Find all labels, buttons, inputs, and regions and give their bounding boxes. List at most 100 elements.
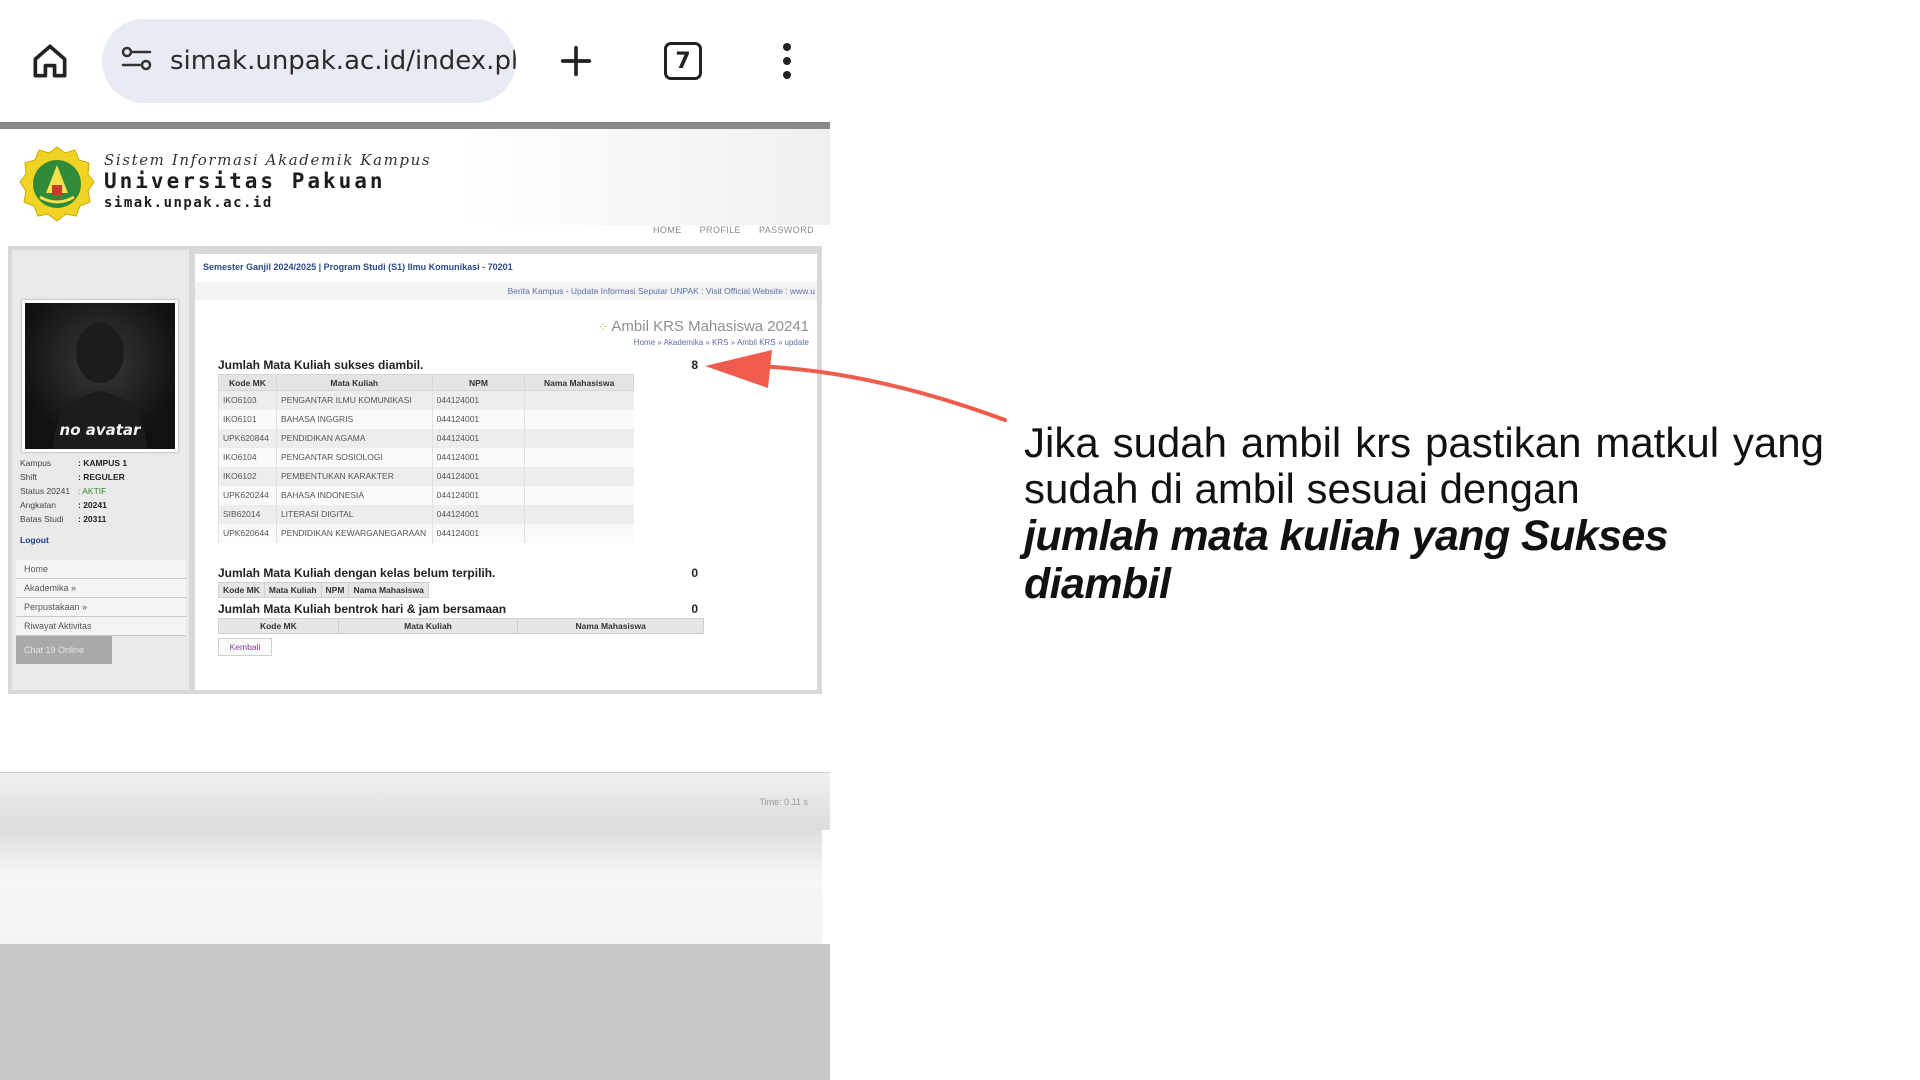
semester-info: Semester Ganjil 2024/2025 | Program Stud… xyxy=(203,262,513,272)
table-cell xyxy=(524,485,634,505)
table-cell xyxy=(524,466,634,486)
success-section-heading: Jumlah Mata Kuliah sukses diambil. 8 xyxy=(218,358,698,372)
table-cell: UPK620244 xyxy=(218,485,277,505)
nav-home[interactable]: HOME xyxy=(653,225,682,235)
address-bar[interactable]: simak.unpak.ac.id/index.ph xyxy=(102,19,516,103)
profile-row: Status 20241: AKTIF xyxy=(20,486,107,496)
success-course-table: Kode MK Mata Kuliah NPM Nama Mahasiswa I… xyxy=(218,374,634,543)
menu-item-riwayat-aktivitas[interactable]: Riwayat Aktivitas xyxy=(16,617,186,636)
table-cell: SIB62014 xyxy=(218,504,277,524)
table-cell: BAHASA INDONESIA xyxy=(275,485,433,505)
table-cell: PENGANTAR SOSIOLOGI xyxy=(275,447,433,467)
site-header: Sistem Informasi Akademik Kampus Univers… xyxy=(8,129,830,225)
table-cell xyxy=(524,523,634,543)
profile-row: Shift: REGULER xyxy=(20,472,125,482)
table-row: IKO6101 BAHASA INGGRIS 044124001 xyxy=(218,409,634,429)
title-dots-icon: ⁘ xyxy=(598,320,612,334)
table-cell: 044124001 xyxy=(431,409,525,429)
table-cell: UPK620844 xyxy=(218,428,277,448)
annotation-line-1: Jika sudah ambil krs pastikan matkul yan… xyxy=(1024,419,1824,466)
profile-info: Kampus: KAMPUS 1 Shift: REGULER Status 2… xyxy=(20,456,127,526)
site-tagline: Sistem Informasi Akademik Kampus xyxy=(104,151,432,169)
sidebar: no avatar Kampus: KAMPUS 1 Shift: REGULE… xyxy=(12,250,189,690)
table-cell: 044124001 xyxy=(431,428,525,448)
nav-profile[interactable]: PROFILE xyxy=(700,225,741,235)
success-course-rows: IKO6103 PENGANTAR ILMU KOMUNIKASI 04412400… xyxy=(218,390,634,543)
page-footer: Time: 0.11 s xyxy=(0,772,830,830)
web-page: Sistem Informasi Akademik Kampus Univers… xyxy=(0,122,830,944)
top-nav: HOME PROFILE PASSWORD xyxy=(653,225,814,235)
news-ticker[interactable]: Berita Kampus - Update Informasi Seputar… xyxy=(195,282,817,300)
home-icon[interactable] xyxy=(15,26,85,96)
table-header-row: Kode MK Mata Kuliah NPM Nama Mahasiswa xyxy=(218,374,634,391)
profile-row: Kampus: KAMPUS 1 xyxy=(20,458,128,468)
table-row: IKO6104 PENGANTAR SOSIOLOGI 044124001 xyxy=(218,447,634,467)
table-cell: BAHASA INGGRIS xyxy=(275,409,433,429)
table-cell xyxy=(524,428,634,448)
table-cell: 044124001 xyxy=(431,390,525,410)
table-cell xyxy=(524,390,634,410)
success-count: 8 xyxy=(691,358,698,372)
table-cell xyxy=(524,447,634,467)
table-cell: 044124001 xyxy=(431,447,525,467)
table-cell: PENDIDIKAN AGAMA xyxy=(275,428,433,448)
site-settings-icon[interactable] xyxy=(120,44,154,79)
table-cell: IKO6101 xyxy=(218,409,277,429)
back-button[interactable]: Kembali xyxy=(218,638,272,656)
table-row: SIB62014 LITERASI DIGITAL 044124001 xyxy=(218,504,634,524)
url-text: simak.unpak.ac.id/index.ph xyxy=(170,46,516,76)
browser-toolbar: simak.unpak.ac.id/index.ph 7 xyxy=(0,0,830,122)
new-tab-icon[interactable] xyxy=(541,26,611,96)
unselected-section-heading: Jumlah Mata Kuliah dengan kelas belum te… xyxy=(218,566,698,580)
table-cell: IKO6102 xyxy=(218,466,277,486)
table-cell: UPK620644 xyxy=(218,523,277,543)
tutorial-screenshot: simak.unpak.ac.id/index.ph 7 Sistem Info… xyxy=(0,0,1920,1080)
table-cell: 044124001 xyxy=(431,523,525,543)
page-top-strip xyxy=(0,122,830,129)
annotation-text: Jika sudah ambil krs pastikan matkul yan… xyxy=(1024,419,1824,609)
table-header-row: Kode MK Mata Kuliah Nama Mahasiswa xyxy=(218,618,704,634)
unselected-course-table: Kode MK Mata Kuliah NPM Nama Mahasiswa xyxy=(218,582,429,598)
table-cell: 044124001 xyxy=(431,466,525,486)
table-cell xyxy=(524,504,634,524)
table-cell: 044124001 xyxy=(431,485,525,505)
chat-button[interactable]: Chat 19 Online xyxy=(16,636,112,664)
table-row: IKO6103 PENGANTAR ILMU KOMUNIKASI 04412400… xyxy=(218,390,634,410)
conflict-section-heading: Jumlah Mata Kuliah bentrok hari & jam be… xyxy=(218,602,698,616)
annotation-line-2: sudah di ambil sesuai dengan xyxy=(1024,465,1580,512)
table-row: UPK620644 PENDIDIKAN KEWARGANEGARAAN 04412… xyxy=(218,523,634,543)
breadcrumb: Home » Akademika » KRS » Ambil KRS » upd… xyxy=(633,338,809,347)
table-row: IKO6102 PEMBENTUKAN KARAKTER 044124001 xyxy=(218,466,634,486)
main-content: Semester Ganjil 2024/2025 | Program Stud… xyxy=(195,254,817,690)
annotation-line-3: jumlah mata kuliah yang Sukses diambil xyxy=(1024,512,1669,608)
logout-link[interactable]: Logout xyxy=(20,535,49,545)
content-frame: no avatar Kampus: KAMPUS 1 Shift: REGULE… xyxy=(8,246,822,694)
profile-row: Angkatan: 20241 xyxy=(20,500,107,510)
table-header-row: Kode MK Mata Kuliah NPM Nama Mahasiswa xyxy=(218,582,429,598)
load-time: Time: 0.11 s xyxy=(759,797,808,807)
site-domain: simak.unpak.ac.id xyxy=(104,195,273,211)
table-cell: IKO6103 xyxy=(218,390,277,410)
table-cell: 044124001 xyxy=(431,504,525,524)
side-menu: Home Akademika » Perpustakaan » Riwayat … xyxy=(16,560,186,664)
university-name: Universitas Pakuan xyxy=(104,169,386,193)
more-vert-icon[interactable] xyxy=(752,26,822,96)
avatar: no avatar xyxy=(22,300,178,452)
profile-row: Batas Studi: 20311 xyxy=(20,514,107,524)
page-bottom xyxy=(0,830,822,944)
table-cell: LITERASI DIGITAL xyxy=(275,504,433,524)
menu-item-akademika[interactable]: Akademika » xyxy=(16,579,186,598)
menu-item-perpustakaan[interactable]: Perpustakaan » xyxy=(16,598,186,617)
unselected-count: 0 xyxy=(691,566,698,580)
table-row: UPK620244 BAHASA INDONESIA 044124001 xyxy=(218,485,634,505)
nav-password[interactable]: PASSWORD xyxy=(759,225,814,235)
table-cell xyxy=(524,409,634,429)
table-cell: IKO6104 xyxy=(218,447,277,467)
page-title: ⁘ Ambil KRS Mahasiswa 20241 xyxy=(598,318,809,335)
phone-screenshot: simak.unpak.ac.id/index.ph 7 Sistem Info… xyxy=(0,0,830,1080)
tab-switcher-icon[interactable]: 7 xyxy=(648,26,718,96)
table-cell: PENGANTAR ILMU KOMUNIKASI xyxy=(275,390,433,410)
menu-item-home[interactable]: Home xyxy=(16,560,186,579)
table-cell: PEMBENTUKAN KARAKTER xyxy=(275,466,433,486)
avatar-label: no avatar xyxy=(59,421,141,439)
